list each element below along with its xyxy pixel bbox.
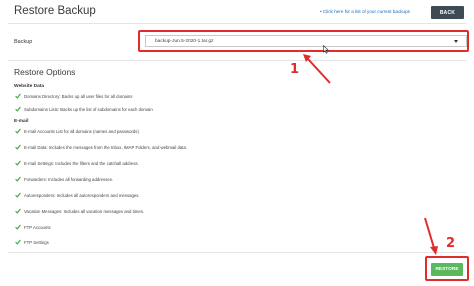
arrow-to-backup-select xyxy=(307,58,331,84)
annotation-number-1: 1 xyxy=(290,62,300,77)
annotation-number-2: 2 xyxy=(446,236,456,251)
annotation-arrows xyxy=(303,54,438,255)
arrow-to-restore-button xyxy=(424,217,435,249)
arrow-head-icon xyxy=(430,246,438,255)
